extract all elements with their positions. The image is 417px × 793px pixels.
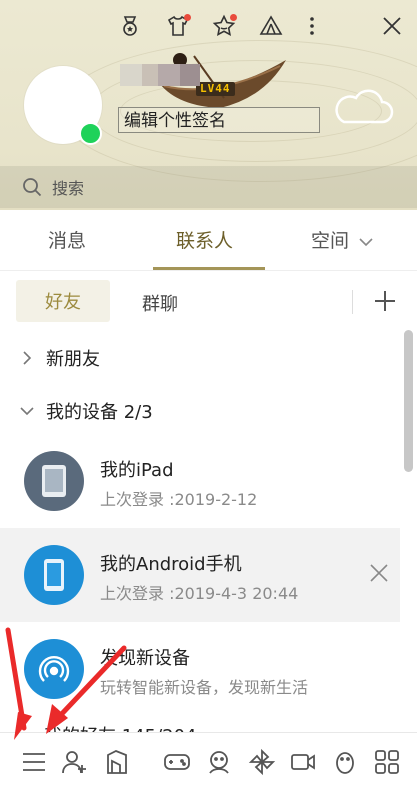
game-icon[interactable] — [162, 747, 192, 777]
main-tabs: 消息 联系人 空间 — [0, 210, 417, 271]
bottom-toolbar — [0, 732, 417, 793]
list-item-discover-device[interactable]: 发现新设备 玩转智能新设备，发现新生活 — [0, 622, 400, 716]
file-manager-icon[interactable] — [102, 747, 132, 777]
close-icon[interactable] — [368, 562, 390, 584]
nickname-blurred — [120, 64, 208, 86]
more-icon[interactable] — [298, 12, 326, 40]
phone-icon — [44, 559, 64, 591]
signal-icon — [38, 656, 70, 682]
shirt-icon[interactable] — [164, 12, 192, 40]
group-my-friends-partial[interactable]: 我的好友 145/204 — [44, 722, 197, 732]
scrollbar-thumb[interactable] — [404, 330, 413, 472]
star-icon[interactable] — [210, 12, 238, 40]
close-icon[interactable] — [378, 12, 406, 40]
main-menu-icon[interactable] — [19, 747, 49, 777]
list-item-ipad[interactable]: 我的iPad 上次登录 :2019-2-12 — [0, 434, 400, 528]
discover-avatar — [24, 639, 84, 699]
tab-space-label: 空间 — [311, 230, 350, 252]
qq-window: LV44 编辑个性签名 搜索 消息 联系人 空间 好友 群聊 新朋友 我的设备 … — [0, 0, 417, 793]
android-avatar — [24, 545, 84, 605]
pet-icon[interactable] — [204, 747, 234, 777]
tab-space[interactable]: 空间 — [311, 226, 373, 253]
search-label: 搜索 — [52, 179, 85, 198]
search-bar[interactable]: 搜索 — [0, 166, 417, 208]
tab-contacts[interactable]: 联系人 — [176, 226, 233, 253]
signature-field[interactable]: 编辑个性签名 — [118, 107, 320, 133]
subtab-friends[interactable]: 好友 — [16, 280, 110, 322]
subtab-groups[interactable]: 群聊 — [142, 290, 178, 316]
profile-header: LV44 编辑个性签名 搜索 — [0, 0, 417, 210]
group-label: 我的设备 2/3 — [46, 402, 153, 423]
device-title: 我的Android手机 — [100, 554, 242, 575]
tent-icon[interactable] — [257, 12, 285, 40]
device-title: 发现新设备 — [100, 648, 190, 669]
subtab-divider — [352, 290, 353, 314]
video-icon[interactable] — [288, 747, 318, 777]
device-description: 玩转智能新设备，发现新生活 — [100, 678, 309, 697]
tablet-icon — [42, 465, 66, 497]
list-item-android[interactable]: 我的Android手机 上次登录 :2019-4-3 20:44 — [0, 528, 400, 622]
group-new-friends[interactable]: 新朋友 — [0, 334, 400, 382]
online-status-icon[interactable] — [79, 122, 102, 145]
chevron-down-icon — [20, 407, 34, 416]
group-my-devices[interactable]: 我的设备 2/3 — [0, 387, 400, 435]
contact-subtabs: 好友 群聊 — [0, 270, 417, 334]
pinwheel-icon[interactable] — [247, 747, 277, 777]
medal-icon[interactable] — [116, 12, 144, 40]
device-last-login: 上次登录 :2019-4-3 20:44 — [100, 584, 299, 603]
device-title: 我的iPad — [100, 460, 174, 481]
chevron-down-icon — [359, 237, 373, 246]
chevron-right-icon — [23, 351, 32, 365]
penguin-icon[interactable] — [330, 747, 360, 777]
add-contact-icon[interactable] — [372, 288, 398, 314]
add-friend-icon[interactable] — [60, 747, 90, 777]
contact-list: 新朋友 我的设备 2/3 我的iPad 上次登录 :2019-2-12 我的An… — [0, 334, 417, 732]
weather-cloud-icon[interactable] — [330, 86, 394, 126]
search-icon — [23, 178, 42, 197]
device-last-login: 上次登录 :2019-2-12 — [100, 490, 258, 509]
ipad-avatar — [24, 451, 84, 511]
group-label: 新朋友 — [46, 349, 100, 370]
tab-messages[interactable]: 消息 — [48, 226, 86, 253]
apps-grid-icon[interactable] — [372, 747, 402, 777]
